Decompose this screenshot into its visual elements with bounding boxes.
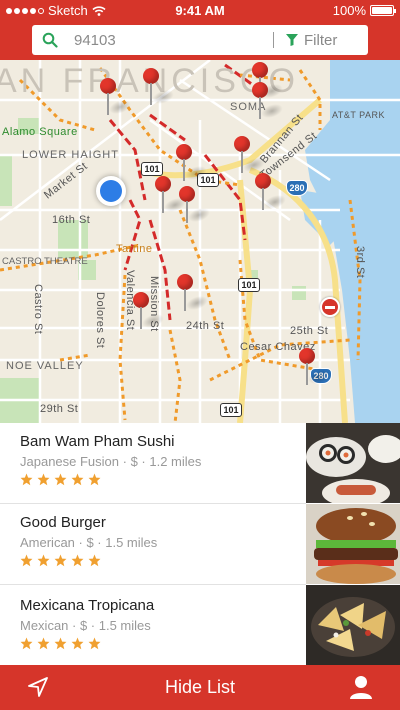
- map-pin-icon[interactable]: [179, 186, 214, 226]
- search-box[interactable]: Filter: [32, 25, 368, 55]
- star-icon: [20, 637, 33, 650]
- restaurant-meta: Mexican · $ · 1.5 miles: [20, 618, 151, 633]
- filter-icon: [286, 34, 298, 46]
- star-icon: [71, 554, 84, 567]
- star-icon: [37, 473, 50, 486]
- search-input[interactable]: [74, 30, 294, 50]
- battery-icon: [370, 5, 396, 16]
- list-item[interactable]: Bam Wam Pham Sushi Japanese Fusion · $ ·…: [0, 423, 400, 503]
- star-icon: [88, 554, 101, 567]
- restaurant-name: Good Burger: [20, 514, 106, 531]
- map-pin-icon[interactable]: [176, 144, 211, 184]
- restaurant-name: Bam Wam Pham Sushi: [20, 433, 175, 450]
- label-att-park: AT&T PARK: [332, 110, 386, 120]
- filter-label: Filter: [304, 31, 338, 49]
- label-lower-haight: LOWER HAIGHT: [22, 149, 119, 161]
- label-29th-st: 29th St: [40, 403, 79, 415]
- map-pin-icon[interactable]: [155, 176, 190, 216]
- rating-stars: [20, 554, 305, 567]
- label-dolores-st: Dolores St: [94, 292, 106, 349]
- label-tartine: Tartine: [116, 243, 153, 255]
- star-icon: [54, 554, 67, 567]
- battery-percent: 100%: [332, 3, 366, 18]
- list-item[interactable]: Good Burger American · $ · 1.5 miles: [0, 504, 400, 584]
- map-view[interactable]: AN FRANCISCO SOMA Alamo Square LOWER HAI…: [0, 60, 400, 423]
- star-icon: [71, 637, 84, 650]
- navigation-arrow-icon[interactable]: [28, 677, 48, 697]
- label-castro-theatre: CASTRO THEATRE: [2, 256, 88, 267]
- restaurant-photo: [306, 585, 400, 665]
- current-location-dot: [96, 176, 126, 206]
- map-pin-icon[interactable]: [177, 274, 212, 314]
- star-icon: [54, 473, 67, 486]
- star-icon: [20, 473, 33, 486]
- filter-button[interactable]: Filter: [284, 25, 368, 55]
- rating-stars: [20, 637, 305, 650]
- label-noe-valley: NOE VALLEY: [6, 360, 84, 372]
- search-divider: [273, 32, 274, 48]
- list-item[interactable]: Mexicana Tropicana Mexican · $ · 1.5 mil…: [0, 585, 400, 665]
- restaurant-photo: [306, 423, 400, 503]
- label-24th-st: 24th St: [186, 320, 225, 332]
- list-item-info: Mexicana Tropicana Mexican · $ · 1.5 mil…: [20, 597, 305, 650]
- user-icon[interactable]: [350, 675, 372, 699]
- list-item-info: Bam Wam Pham Sushi Japanese Fusion · $ ·…: [20, 433, 305, 486]
- star-icon: [71, 473, 84, 486]
- label-castro-st: Castro St: [32, 284, 44, 335]
- star-icon: [37, 554, 50, 567]
- label-25th-st: 25th St: [290, 325, 329, 337]
- restaurant-name: Mexicana Tropicana: [20, 597, 155, 614]
- map-pin-icon[interactable]: [234, 136, 269, 176]
- star-icon: [54, 637, 67, 650]
- star-icon: [37, 637, 50, 650]
- label-16th-st: 16th St: [52, 214, 91, 226]
- header-bar: Filter: [0, 22, 400, 60]
- star-icon: [20, 554, 33, 567]
- highway-shield: 101: [238, 278, 260, 292]
- map-pin-icon[interactable]: [255, 173, 290, 213]
- star-icon: [88, 473, 101, 486]
- highway-shield: 280: [286, 180, 308, 196]
- star-icon: [88, 637, 101, 650]
- rating-stars: [20, 473, 305, 486]
- search-icon: [42, 32, 58, 48]
- restaurant-meta: American · $ · 1.5 miles: [20, 535, 158, 550]
- restaurant-meta: Japanese Fusion · $ · 1.2 miles: [20, 454, 202, 469]
- hide-list-button[interactable]: Hide List: [100, 665, 300, 710]
- status-bar: Sketch 9:41 AM 100%: [0, 0, 400, 22]
- list-item-info: Good Burger American · $ · 1.5 miles: [20, 514, 305, 567]
- map-pin-icon[interactable]: [133, 292, 168, 332]
- label-3rd-st: 3rd St: [354, 246, 366, 279]
- highway-shield: 101: [141, 162, 163, 176]
- status-right: 100%: [332, 3, 396, 18]
- highway-shield: 101: [220, 403, 242, 417]
- map-pin-icon[interactable]: [299, 348, 334, 388]
- restaurant-list: Bam Wam Pham Sushi Japanese Fusion · $ ·…: [0, 423, 400, 665]
- map-pin-icon[interactable]: [252, 82, 287, 122]
- no-entry-icon: [320, 297, 340, 317]
- bottom-bar: Hide List: [0, 665, 400, 710]
- restaurant-photo: [306, 504, 400, 584]
- map-pin-icon[interactable]: [100, 78, 135, 118]
- map-pin-icon[interactable]: [143, 68, 178, 108]
- label-alamo-square: Alamo Square: [2, 126, 78, 138]
